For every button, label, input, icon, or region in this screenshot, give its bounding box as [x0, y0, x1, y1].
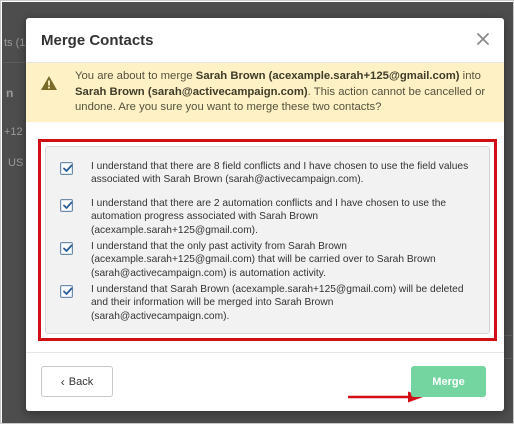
background-text: n — [6, 86, 14, 100]
merge-button-label: Merge — [432, 375, 465, 388]
background-text: ts (1 — [4, 37, 26, 49]
back-button-label: Back — [68, 375, 94, 388]
chevron-left-icon: ‹ — [60, 374, 65, 389]
confirmation-text: I understand that the only past activity… — [91, 241, 436, 279]
close-icon — [477, 33, 489, 45]
background-text: US — [8, 157, 24, 169]
confirmation-text: I understand that there are 2 automation… — [91, 198, 447, 236]
modal-title: Merge Contacts — [41, 32, 154, 49]
confirmation-list: I understand that there are 8 field conf… — [45, 146, 490, 334]
warning-icon — [41, 76, 57, 90]
checkmark-icon — [63, 244, 73, 252]
footer-divider — [26, 352, 504, 353]
merge-button[interactable]: Merge — [411, 366, 486, 397]
screenshot-frame: ts (1 n +12 US Merge Contacts You are ab… — [0, 0, 514, 424]
divider — [3, 62, 27, 63]
warning-message: You are about to merge Sarah Brown (acex… — [75, 69, 493, 116]
warning-text: You are about to merge — [75, 70, 196, 82]
merge-contacts-modal: Merge Contacts You are about to merge Sa… — [26, 18, 504, 411]
warning-text: into — [459, 70, 481, 82]
confirmation-checkbox[interactable] — [60, 285, 73, 298]
warning-banner: You are about to merge Sarah Brown (acex… — [26, 63, 504, 122]
source-contact: Sarah Brown (acexample.sarah+125@gmail.c… — [195, 70, 460, 82]
close-button[interactable] — [474, 30, 492, 48]
back-button[interactable]: ‹ Back — [41, 366, 113, 397]
target-contact: Sarah Brown (sarah@activecampaign.com) — [75, 85, 308, 98]
checkmark-icon — [63, 201, 73, 209]
modal-header: Merge Contacts — [26, 18, 504, 63]
checkmark-icon — [63, 164, 73, 172]
confirmation-checkbox[interactable] — [60, 162, 73, 175]
confirmation-checkbox[interactable] — [60, 199, 73, 212]
background-text: +12 — [4, 126, 23, 138]
confirmation-checkbox[interactable] — [60, 242, 73, 255]
confirmation-text: I understand that Sarah Brown (acexample… — [91, 284, 464, 322]
confirmation-text: I understand that there are 8 field conf… — [91, 161, 469, 186]
checkmark-icon — [63, 287, 73, 295]
